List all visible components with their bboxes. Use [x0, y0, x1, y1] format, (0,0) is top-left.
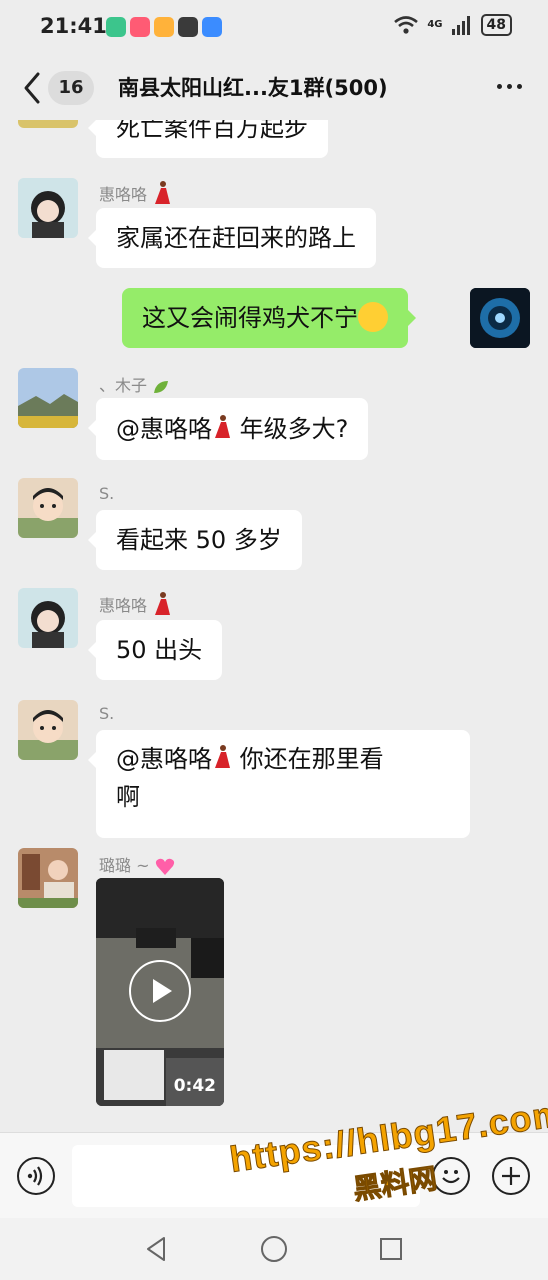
message-bubble[interactable]: @惠咯咯 年级多大?	[87, 398, 369, 460]
status-app-icons	[106, 17, 222, 37]
status-bar: 21:41 4G 48	[0, 0, 548, 56]
video-duration: 0:42	[173, 1076, 216, 1096]
back-arrow-icon[interactable]	[18, 68, 48, 108]
message-text: 看起来 50 多岁	[116, 526, 282, 554]
avatar-girl-icon	[18, 178, 78, 238]
status-time: 21:41	[40, 14, 107, 38]
message-text: 你还在那里看	[232, 745, 384, 773]
message-text: 啊	[116, 783, 140, 811]
video-message[interactable]: 0:42	[96, 878, 224, 1106]
avatar-room-icon	[18, 848, 78, 908]
message-bubble[interactable]: 家属还在赶回来的路上	[88, 208, 376, 268]
message-bubble[interactable]: @惠咯咯 你还在那里看 啊	[88, 730, 470, 838]
dancer-emoji-icon	[215, 415, 230, 438]
message-bubble[interactable]: 看起来 50 多岁	[88, 510, 302, 570]
avatar-landscape-icon	[18, 368, 78, 428]
nav-recent-icon[interactable]	[380, 1238, 402, 1260]
watermark-name: 黑料网	[351, 1161, 440, 1207]
avatar-cartoon-icon	[18, 700, 78, 760]
message-text: 家属还在赶回来的路上	[116, 224, 356, 252]
message-icon	[202, 17, 222, 37]
avatar-girl-icon	[18, 588, 78, 648]
music-icon	[130, 17, 150, 37]
heart-emoji-icon	[155, 858, 174, 875]
grin-emoji-icon	[358, 302, 388, 332]
avatar[interactable]	[18, 700, 78, 760]
dancer-emoji-icon	[155, 591, 171, 615]
avatar-cartoon-icon	[18, 478, 78, 538]
app-icon	[178, 17, 198, 37]
message-bubble-self[interactable]: 这又会闹得鸡犬不宁	[122, 288, 416, 348]
leaf-emoji-icon	[154, 380, 169, 393]
avatar[interactable]	[18, 478, 78, 538]
sender-name: S.	[99, 704, 115, 723]
sender-name: 惠咯咯	[99, 180, 172, 209]
avatar[interactable]	[18, 120, 78, 128]
weather-icon	[154, 17, 174, 37]
sender-name: S.	[99, 484, 115, 503]
sender-name: 璐璐 ~	[99, 852, 175, 876]
avatar[interactable]	[18, 368, 78, 428]
dancer-emoji-icon	[155, 180, 171, 204]
message-text: 这又会闹得鸡犬不宁	[142, 304, 358, 332]
chat-header: 16 南县太阳山红...友1群(500)	[0, 56, 548, 120]
app-notification-icon	[106, 17, 126, 37]
unread-count-badge[interactable]: 16	[48, 71, 94, 105]
nav-back-icon[interactable]	[144, 1236, 168, 1262]
mention[interactable]: @惠咯咯	[116, 745, 212, 773]
sender-name: 、木子	[99, 372, 170, 396]
message-bubble[interactable]: 50 出头	[87, 620, 223, 680]
wifi-icon	[394, 16, 419, 34]
message-text: 年级多大?	[232, 415, 349, 443]
message-bubble[interactable]: 死亡案件百万起步	[88, 120, 328, 158]
avatar[interactable]	[18, 848, 78, 908]
chat-messages[interactable]: 死亡案件百万起步 惠咯咯 家属还在赶回来的路上 这又会闹得鸡犬不宁 、木子 @惠…	[0, 120, 548, 1132]
nav-home-icon[interactable]	[261, 1236, 287, 1262]
battery-level: 48	[480, 14, 512, 36]
system-nav-bar	[0, 1218, 548, 1280]
chat-title: 南县太阳山红...友1群(500)	[118, 76, 388, 100]
message-text: 50 出头	[116, 636, 203, 664]
avatar-eye-icon	[470, 288, 530, 348]
voice-icon[interactable]	[17, 1157, 55, 1195]
status-indicators: 4G 48	[393, 14, 512, 36]
mention[interactable]: @惠咯咯	[116, 415, 212, 443]
voice-waves	[27, 1166, 43, 1186]
self-avatar[interactable]	[470, 288, 530, 348]
avatar[interactable]	[18, 588, 78, 648]
network-type: 4G	[427, 19, 443, 30]
dancer-emoji-icon	[215, 745, 230, 768]
signal-icon	[451, 16, 470, 35]
avatar[interactable]	[18, 178, 78, 238]
play-icon[interactable]	[129, 960, 191, 1022]
sender-name: 惠咯咯	[99, 591, 172, 620]
more-icon[interactable]	[497, 84, 522, 89]
message-text: 死亡案件百万起步	[116, 120, 308, 142]
